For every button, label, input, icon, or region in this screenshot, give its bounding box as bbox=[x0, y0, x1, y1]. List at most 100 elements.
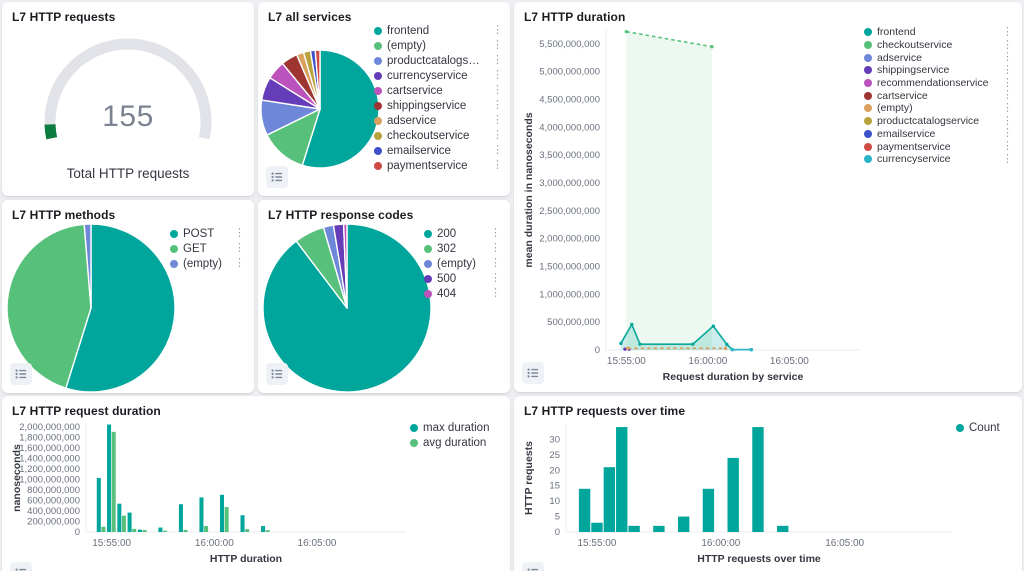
legend-item[interactable]: currencyservice⋮ bbox=[374, 68, 504, 83]
legend-item[interactable]: productcatalogservice⋮ bbox=[374, 53, 504, 68]
legend-toggle-button[interactable] bbox=[522, 562, 544, 571]
kebab-vertical-icon[interactable]: ⋮ bbox=[233, 243, 246, 254]
kebab-vertical-icon[interactable]: ⋮ bbox=[491, 55, 504, 66]
legend-item[interactable]: currencyservice ⋮ bbox=[864, 153, 1014, 166]
kebab-vertical-icon[interactable]: ⋮ bbox=[489, 273, 502, 284]
legend-toggle-button[interactable] bbox=[10, 363, 32, 385]
legend-item[interactable]: Count bbox=[956, 420, 1014, 435]
legend-item[interactable]: frontend⋮ bbox=[864, 26, 1014, 39]
legend-toggle-button[interactable] bbox=[266, 166, 288, 188]
legend-item[interactable]: (empty)⋮ bbox=[424, 256, 502, 271]
legend-item[interactable]: adservice⋮ bbox=[374, 113, 504, 128]
legend-item[interactable]: 302⋮ bbox=[424, 241, 502, 256]
svg-text:HTTP duration: HTTP duration bbox=[210, 553, 282, 565]
legend-label: currencyservice bbox=[877, 153, 951, 165]
legend-item[interactable]: recommendationservice ⋮ bbox=[864, 77, 1014, 90]
svg-text:5,500,000,000: 5,500,000,000 bbox=[539, 39, 600, 50]
requests-over-time-bar-chart[interactable]: 05101520253015:55:0016:00:0016:05:00HTTP… bbox=[522, 418, 956, 566]
legend-item[interactable]: emailservice⋮ bbox=[374, 143, 504, 158]
kebab-vertical-icon[interactable]: ⋮ bbox=[491, 85, 504, 96]
panel-l7-http-request-duration: L7 HTTP request duration 0200,000,000400… bbox=[2, 396, 510, 571]
legend-item[interactable]: 404⋮ bbox=[424, 286, 502, 301]
legend-item[interactable]: (empty)⋮ bbox=[170, 256, 246, 271]
legend-color-dot bbox=[864, 155, 872, 163]
legend-color-dot bbox=[410, 439, 418, 447]
kebab-vertical-icon[interactable]: ⋮ bbox=[491, 70, 504, 81]
svg-text:4,500,000,000: 4,500,000,000 bbox=[539, 95, 600, 106]
kebab-vertical-icon[interactable]: ⋮ bbox=[1001, 40, 1014, 51]
legend-item[interactable]: shippingservice⋮ bbox=[374, 98, 504, 113]
legend: frontend⋮checkoutservice⋮adservice⋮shipp… bbox=[864, 24, 1014, 384]
legend: 200⋮302⋮(empty)⋮500⋮404⋮ bbox=[424, 224, 502, 301]
legend-label: max duration bbox=[423, 422, 489, 434]
legend-item[interactable]: (empty)⋮ bbox=[864, 102, 1014, 115]
kebab-vertical-icon[interactable]: ⋮ bbox=[1001, 65, 1014, 76]
svg-text:2,500,000,000: 2,500,000,000 bbox=[539, 206, 600, 217]
legend-label: emailservice bbox=[877, 128, 935, 140]
svg-text:0: 0 bbox=[555, 527, 560, 538]
kebab-vertical-icon[interactable]: ⋮ bbox=[491, 40, 504, 51]
svg-text:500,000,000: 500,000,000 bbox=[547, 317, 600, 328]
legend-item[interactable]: avg duration bbox=[410, 435, 502, 450]
kebab-vertical-icon[interactable]: ⋮ bbox=[489, 243, 502, 254]
legend-toggle-button[interactable] bbox=[266, 363, 288, 385]
legend-label: adservice bbox=[877, 52, 922, 64]
kebab-vertical-icon[interactable]: ⋮ bbox=[491, 25, 504, 36]
legend-label: checkoutservice bbox=[387, 130, 469, 142]
legend-item[interactable]: emailservice ⋮ bbox=[864, 128, 1014, 141]
svg-text:16:05:00: 16:05:00 bbox=[770, 356, 809, 367]
kebab-vertical-icon[interactable]: ⋮ bbox=[491, 115, 504, 126]
legend-toggle-button[interactable] bbox=[522, 362, 544, 384]
legend-color-dot bbox=[374, 132, 382, 140]
legend-item[interactable]: frontend⋮ bbox=[374, 23, 504, 38]
kebab-vertical-icon[interactable]: ⋮ bbox=[1001, 154, 1014, 165]
legend-item[interactable]: checkoutservice ⋮ bbox=[374, 128, 504, 143]
kebab-vertical-icon[interactable]: ⋮ bbox=[491, 100, 504, 111]
kebab-vertical-icon[interactable]: ⋮ bbox=[1001, 103, 1014, 114]
kebab-vertical-icon[interactable]: ⋮ bbox=[1001, 27, 1014, 38]
services-pie-chart[interactable] bbox=[259, 48, 381, 170]
kebab-vertical-icon[interactable]: ⋮ bbox=[1001, 90, 1014, 101]
kebab-vertical-icon[interactable]: ⋮ bbox=[489, 288, 502, 299]
svg-text:15: 15 bbox=[549, 481, 560, 492]
kebab-vertical-icon[interactable]: ⋮ bbox=[233, 228, 246, 239]
legend-item[interactable]: productcatalogservice⋮ bbox=[864, 115, 1014, 128]
kebab-vertical-icon[interactable]: ⋮ bbox=[233, 258, 246, 269]
kebab-vertical-icon[interactable]: ⋮ bbox=[1001, 141, 1014, 152]
svg-text:HTTP requests over time: HTTP requests over time bbox=[697, 553, 821, 565]
svg-text:1,400,000,000: 1,400,000,000 bbox=[19, 454, 80, 465]
kebab-vertical-icon[interactable]: ⋮ bbox=[489, 258, 502, 269]
legend-item[interactable]: GET⋮ bbox=[170, 241, 246, 256]
legend-color-dot bbox=[424, 230, 432, 238]
legend-item[interactable]: 500⋮ bbox=[424, 271, 502, 286]
legend-item[interactable]: cartservice⋮ bbox=[864, 89, 1014, 102]
legend-item[interactable]: paymentservice⋮ bbox=[374, 158, 504, 173]
legend-item[interactable]: adservice ⋮ bbox=[864, 51, 1014, 64]
svg-text:1,600,000,000: 1,600,000,000 bbox=[19, 443, 80, 454]
legend-color-dot bbox=[374, 147, 382, 155]
request-duration-bar-chart[interactable]: 0200,000,000400,000,000600,000,000800,00… bbox=[10, 418, 410, 566]
legend-color-dot bbox=[864, 104, 872, 112]
legend-item[interactable]: (empty)⋮ bbox=[374, 38, 504, 53]
legend-item[interactable]: cartservice⋮ bbox=[374, 83, 504, 98]
kebab-vertical-icon[interactable]: ⋮ bbox=[1001, 116, 1014, 127]
kebab-vertical-icon[interactable]: ⋮ bbox=[491, 145, 504, 156]
kebab-vertical-icon[interactable]: ⋮ bbox=[1001, 78, 1014, 89]
legend-item[interactable]: 200 ⋮ bbox=[424, 226, 502, 241]
kebab-vertical-icon[interactable]: ⋮ bbox=[489, 228, 502, 239]
legend-label: recommendationservice bbox=[877, 77, 988, 89]
legend-color-dot bbox=[424, 260, 432, 268]
legend-item[interactable]: POST⋮ bbox=[170, 226, 246, 241]
legend-color-dot bbox=[864, 117, 872, 125]
legend-item[interactable]: paymentservice⋮ bbox=[864, 140, 1014, 153]
legend-item[interactable]: shippingservice⋮ bbox=[864, 64, 1014, 77]
legend-item[interactable]: checkoutservice⋮ bbox=[864, 39, 1014, 52]
kebab-vertical-icon[interactable]: ⋮ bbox=[1001, 128, 1014, 139]
legend-item[interactable]: max duration bbox=[410, 420, 502, 435]
duration-line-chart[interactable]: 0500,000,0001,000,000,0001,500,000,0002,… bbox=[522, 24, 864, 384]
kebab-vertical-icon[interactable]: ⋮ bbox=[491, 130, 504, 141]
legend-toggle-button[interactable] bbox=[10, 562, 32, 571]
kebab-vertical-icon[interactable]: ⋮ bbox=[491, 160, 504, 171]
legend-label: 200 bbox=[437, 228, 456, 240]
kebab-vertical-icon[interactable]: ⋮ bbox=[1001, 52, 1014, 63]
